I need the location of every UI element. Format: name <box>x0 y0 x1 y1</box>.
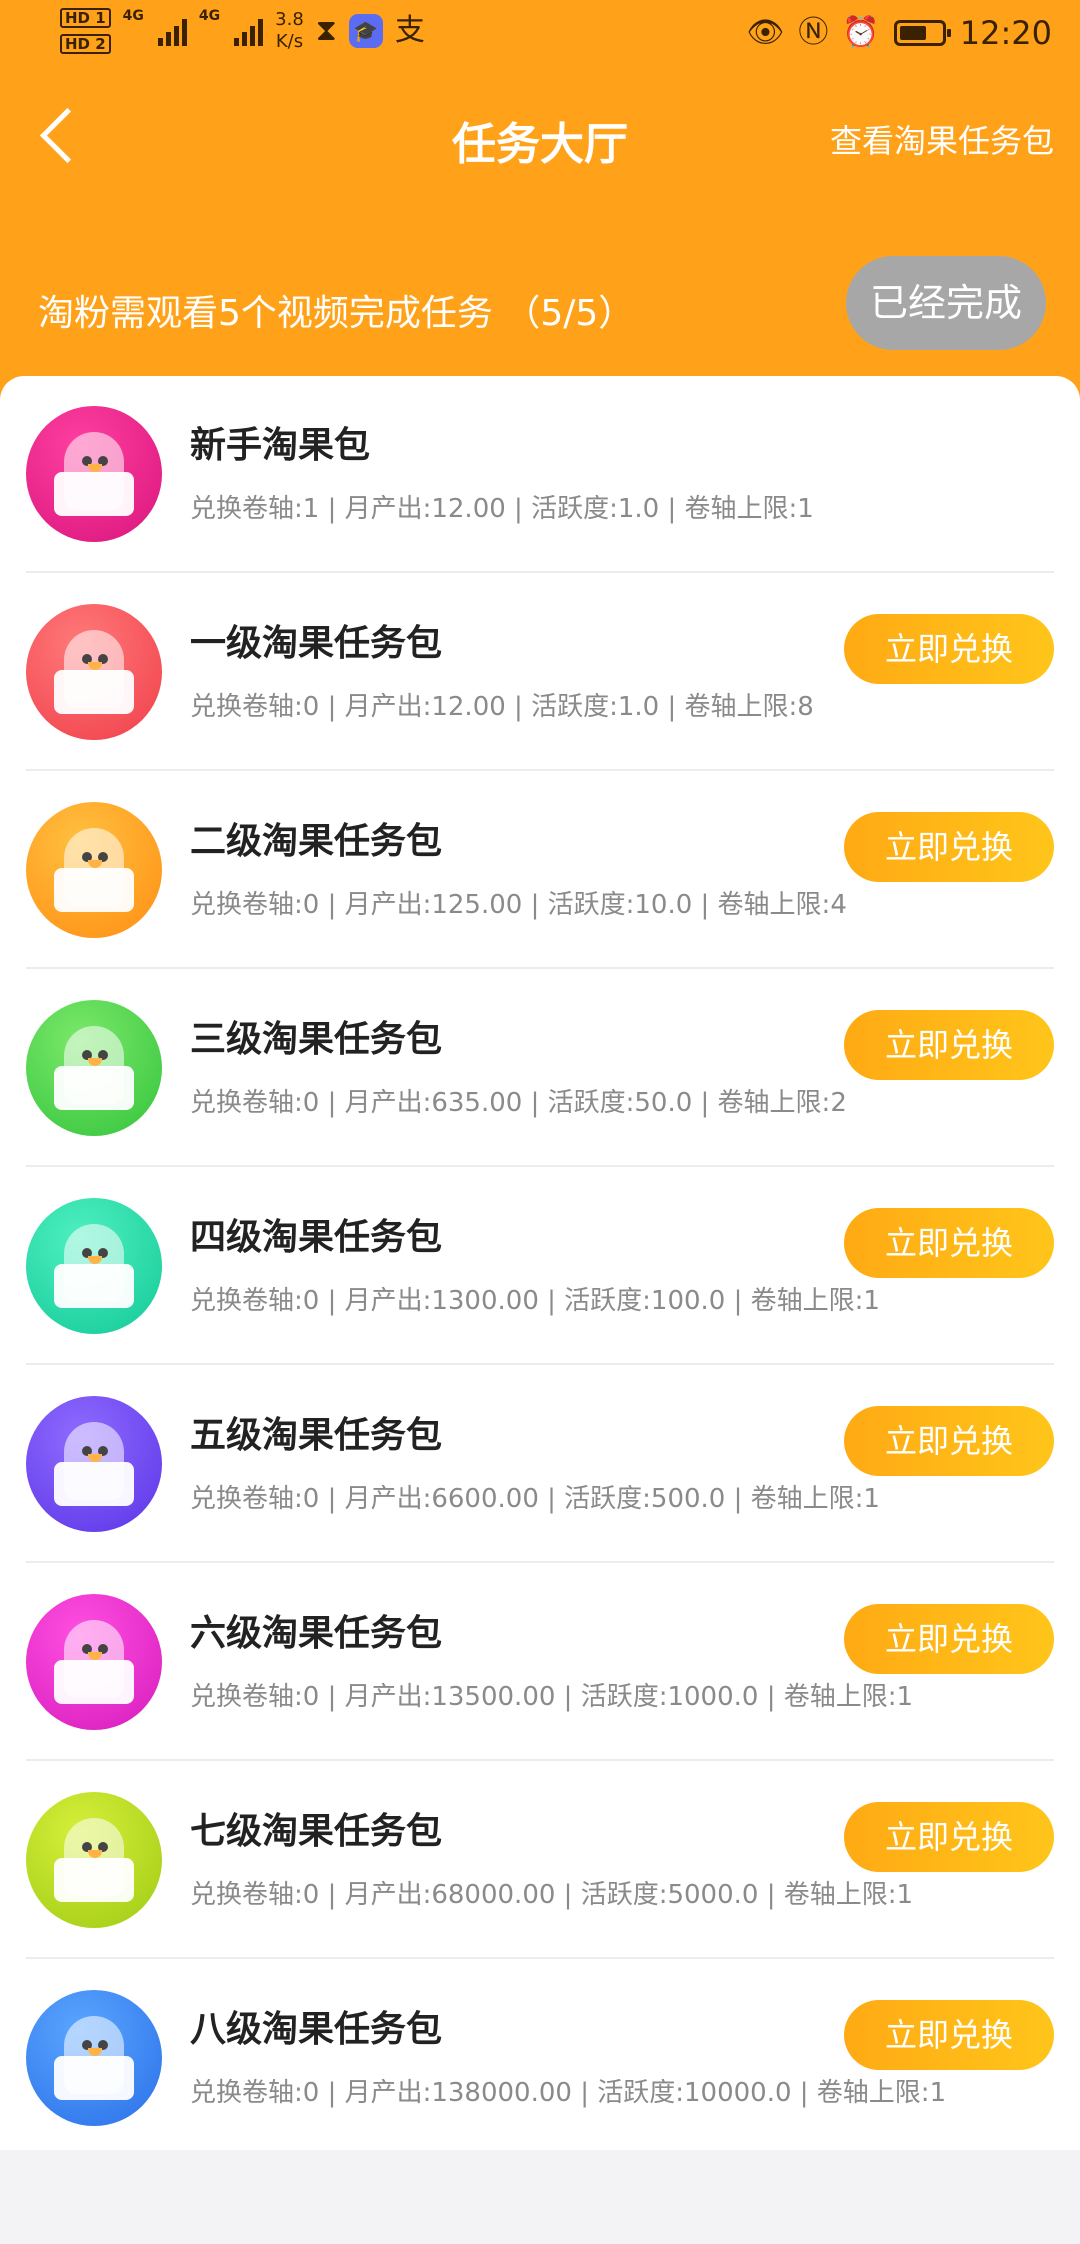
header: HD 1 HD 2 4G 4G 3.8 K/s ⧗ 🎓 支 👁 Ⓝ ⏰ 12:2… <box>0 0 1080 400</box>
penguin-package-icon <box>26 802 162 938</box>
title-bar: 任务大厅 查看淘果任务包 <box>0 94 1080 184</box>
list-item: 八级淘果任务包兑换卷轴:0 | 月产出:138000.00 | 活跃度:1000… <box>26 1960 1054 2157</box>
battery-icon <box>893 20 951 46</box>
task-hall-page: HD 1 HD 2 4G 4G 3.8 K/s ⧗ 🎓 支 👁 Ⓝ ⏰ 12:2… <box>0 0 1080 2244</box>
status-right: 👁 Ⓝ ⏰ 12:20 <box>746 14 1052 52</box>
penguin-package-icon <box>26 1990 162 2126</box>
redeem-button[interactable]: 立即兑换 <box>844 1010 1054 1080</box>
graduation-cap-icon: 🎓 <box>348 14 383 48</box>
nfc-icon: Ⓝ <box>798 15 829 50</box>
redeem-button[interactable]: 立即兑换 <box>844 1604 1054 1674</box>
alarm-icon: ⏰ <box>842 15 880 50</box>
package-name: 八级淘果任务包 <box>190 2009 443 2050</box>
speed-value: 3.8 <box>275 9 304 30</box>
package-info: 兑换卷轴:0 | 月产出:635.00 | 活跃度:50.0 | 卷轴上限:2 <box>190 1088 847 1118</box>
redeem-button[interactable]: 立即兑换 <box>844 614 1054 684</box>
clock: 12:20 <box>959 14 1052 52</box>
network-type-2: 4G <box>198 8 221 24</box>
sim-indicators: HD 1 HD 2 <box>60 8 111 54</box>
package-name: 六级淘果任务包 <box>190 1613 443 1654</box>
package-info: 兑换卷轴:0 | 月产出:125.00 | 活跃度:10.0 | 卷轴上限:4 <box>190 890 847 920</box>
penguin-package-icon <box>26 604 162 740</box>
status-left: HD 1 HD 2 4G 4G 3.8 K/s ⧗ 🎓 支 <box>60 8 425 54</box>
task-description: 淘粉需观看5个视频完成任务 （5/5） <box>38 293 635 334</box>
package-name: 二级淘果任务包 <box>190 821 443 862</box>
list-item: 一级淘果任务包兑换卷轴:0 | 月产出:12.00 | 活跃度:1.0 | 卷轴… <box>26 574 1054 771</box>
hd1-badge: HD 1 <box>60 8 111 28</box>
package-info: 兑换卷轴:0 | 月产出:138000.00 | 活跃度:10000.0 | 卷… <box>190 2078 947 2108</box>
speed-unit: K/s <box>275 31 304 52</box>
package-info: 兑换卷轴:0 | 月产出:6600.00 | 活跃度:500.0 | 卷轴上限:… <box>190 1484 880 1514</box>
list-item: 六级淘果任务包兑换卷轴:0 | 月产出:13500.00 | 活跃度:1000.… <box>26 1564 1054 1761</box>
list-item: 三级淘果任务包兑换卷轴:0 | 月产出:635.00 | 活跃度:50.0 | … <box>26 970 1054 1167</box>
package-name: 五级淘果任务包 <box>190 1415 443 1456</box>
network-speed: 3.8 K/s <box>275 9 304 53</box>
eye-icon: 👁 <box>746 15 785 50</box>
view-task-packages-link[interactable]: 查看淘果任务包 <box>830 116 1054 162</box>
alipay-icon: 支 <box>394 13 425 48</box>
penguin-package-icon <box>26 1198 162 1334</box>
list-item: 新手淘果包兑换卷轴:1 | 月产出:12.00 | 活跃度:1.0 | 卷轴上限… <box>26 376 1054 573</box>
task-progress-row: 淘粉需观看5个视频完成任务 （5/5） 已经完成 <box>0 256 1080 356</box>
penguin-package-icon <box>26 1000 162 1136</box>
package-name: 七级淘果任务包 <box>190 1811 443 1852</box>
package-info: 兑换卷轴:0 | 月产出:12.00 | 活跃度:1.0 | 卷轴上限:8 <box>190 692 814 722</box>
redeem-button[interactable]: 立即兑换 <box>844 1406 1054 1476</box>
package-name: 四级淘果任务包 <box>190 1217 443 1258</box>
completed-button[interactable]: 已经完成 <box>846 256 1046 350</box>
package-list: 新手淘果包兑换卷轴:1 | 月产出:12.00 | 活跃度:1.0 | 卷轴上限… <box>0 376 1080 2150</box>
signal-icon <box>157 16 187 46</box>
penguin-package-icon <box>26 1396 162 1532</box>
penguin-package-icon <box>26 406 162 542</box>
package-info: 兑换卷轴:0 | 月产出:13500.00 | 活跃度:1000.0 | 卷轴上… <box>190 1682 914 1712</box>
list-item: 四级淘果任务包兑换卷轴:0 | 月产出:1300.00 | 活跃度:100.0 … <box>26 1168 1054 1365</box>
hourglass-icon: ⧗ <box>315 13 337 48</box>
package-info: 兑换卷轴:0 | 月产出:1300.00 | 活跃度:100.0 | 卷轴上限:… <box>190 1286 880 1316</box>
list-item: 五级淘果任务包兑换卷轴:0 | 月产出:6600.00 | 活跃度:500.0 … <box>26 1366 1054 1563</box>
list-item: 七级淘果任务包兑换卷轴:0 | 月产出:68000.00 | 活跃度:5000.… <box>26 1762 1054 1959</box>
package-info: 兑换卷轴:0 | 月产出:68000.00 | 活跃度:5000.0 | 卷轴上… <box>190 1880 914 1910</box>
redeem-button[interactable]: 立即兑换 <box>844 1802 1054 1872</box>
package-name: 一级淘果任务包 <box>190 623 443 664</box>
penguin-package-icon <box>26 1594 162 1730</box>
package-info: 兑换卷轴:1 | 月产出:12.00 | 活跃度:1.0 | 卷轴上限:1 <box>190 494 814 524</box>
package-name: 新手淘果包 <box>190 425 371 466</box>
network-type-1: 4G <box>122 8 144 24</box>
redeem-button[interactable]: 立即兑换 <box>844 2000 1054 2070</box>
list-item: 二级淘果任务包兑换卷轴:0 | 月产出:125.00 | 活跃度:10.0 | … <box>26 772 1054 969</box>
package-name: 三级淘果任务包 <box>190 1019 443 1060</box>
redeem-button[interactable]: 立即兑换 <box>844 812 1054 882</box>
penguin-package-icon <box>26 1792 162 1928</box>
status-bar: HD 1 HD 2 4G 4G 3.8 K/s ⧗ 🎓 支 👁 Ⓝ ⏰ 12:2… <box>0 0 1080 74</box>
hd2-badge: HD 2 <box>60 34 111 54</box>
signal-icon <box>234 16 264 46</box>
redeem-button[interactable]: 立即兑换 <box>844 1208 1054 1278</box>
